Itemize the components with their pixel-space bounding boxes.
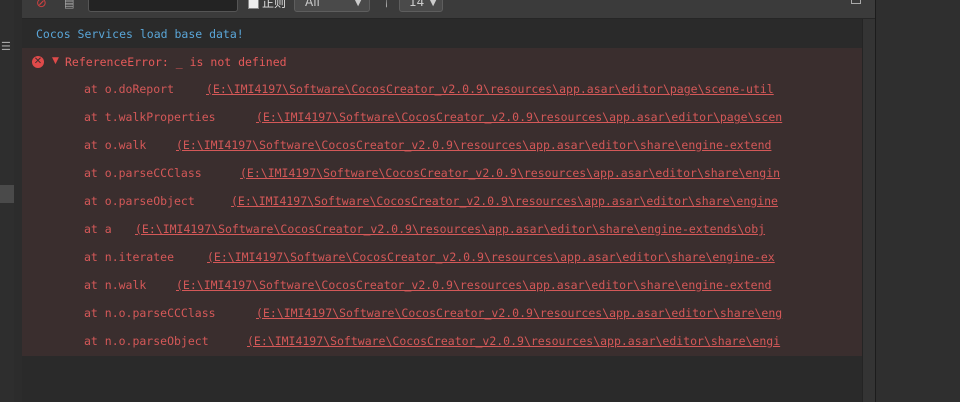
error-header[interactable]: ✕ ▼ ReferenceError: _ is not defined	[22, 48, 862, 76]
right-side-panel	[875, 0, 960, 402]
stack-frame: at n.o.parseCCClass (E:\IMI4197\Software\…	[22, 300, 862, 328]
font-size-icon: ℸ	[380, 0, 388, 10]
stack-frame-source-link[interactable]: (E:\IMI4197\Software\CocosCreator_v2.0.9…	[176, 278, 771, 292]
stack-frame: at o.doReport (E:\IMI4197\Software\CocosC…	[22, 76, 862, 104]
left-sidebar-strip: ☰	[0, 0, 15, 402]
stack-frame-source-link[interactable]: (E:\IMI4197\Software\CocosCreator_v2.0.9…	[206, 82, 774, 96]
stack-frame: at n.iteratee (E:\IMI4197\Software\CocosC…	[22, 244, 862, 272]
error-message: ReferenceError: _ is not defined	[65, 55, 287, 69]
stack-frame-function: at n.walk	[84, 278, 147, 292]
regex-checkbox[interactable]	[248, 0, 259, 9]
console-toolbar: ⊘ ▤ 正则 All ▼ ℸ 14 ▼	[22, 0, 875, 19]
stack-frame-source-link[interactable]: (E:\IMI4197\Software\CocosCreator_v2.0.9…	[240, 166, 780, 180]
console-log-list[interactable]: Cocos Services load base data! ✕ ▼ Refer…	[22, 19, 862, 402]
stack-frame-source-link[interactable]: (E:\IMI4197\Software\CocosCreator_v2.0.9…	[256, 110, 782, 124]
stack-frame-source-link[interactable]: (E:\IMI4197\Software\CocosCreator_v2.0.9…	[135, 222, 765, 236]
stack-frame-source-link[interactable]: (E:\IMI4197\Software\CocosCreator_v2.0.9…	[256, 306, 782, 320]
scrollbar-track[interactable]	[862, 19, 876, 402]
stack-frame-function: at t.walkProperties	[84, 110, 216, 124]
stack-frame-function: at n.iteratee	[84, 250, 175, 264]
stack-frame-source-link[interactable]: (E:\IMI4197\Software\CocosCreator_v2.0.9…	[231, 194, 778, 208]
log-entry-error[interactable]: ✕ ▼ ReferenceError: _ is not defined at …	[22, 48, 862, 356]
log-level-filter-value: All	[305, 0, 320, 9]
chevron-down-icon: ▼	[354, 0, 362, 8]
stack-frame-function: at o.parseObject	[84, 194, 195, 208]
stack-frame-function: at a	[84, 222, 112, 236]
stack-frame: at o.parseCCClass (E:\IMI4197\Software\Co…	[22, 160, 862, 188]
menu-icon[interactable]: ☰	[1, 40, 11, 54]
copy-log-icon[interactable]: ▤	[64, 0, 74, 11]
font-size-value: 14	[409, 0, 425, 9]
expand-caret-icon[interactable]: ▼	[52, 56, 59, 66]
stack-frame-function: at o.walk	[84, 138, 147, 152]
info-message: Cocos Services load base data!	[36, 27, 244, 41]
left-panel-edge	[14, 0, 22, 402]
stack-frame: at o.walk (E:\IMI4197\Software\CocosCreat…	[22, 132, 862, 160]
stack-frame-function: at n.o.parseObject	[84, 334, 209, 348]
sidebar-selection-marker	[0, 185, 14, 203]
stack-frame-source-link[interactable]: (E:\IMI4197\Software\CocosCreator_v2.0.9…	[207, 250, 775, 264]
stack-frame-function: at o.doReport	[84, 82, 175, 96]
stack-frame-source-link[interactable]: (E:\IMI4197\Software\CocosCreator_v2.0.9…	[247, 334, 780, 348]
stack-frame: at t.walkProperties (E:\IMI4197\Software\…	[22, 104, 862, 132]
log-entry-info[interactable]: Cocos Services load base data!	[22, 19, 862, 47]
error-icon: ✕	[32, 56, 44, 68]
chevron-down-icon: ▼	[429, 0, 437, 8]
popout-window-icon[interactable]	[851, 0, 861, 4]
stack-frame: at n.walk (E:\IMI4197\Software\CocosCreat…	[22, 272, 862, 300]
stack-frame-source-link[interactable]: (E:\IMI4197\Software\CocosCreator_v2.0.9…	[176, 138, 771, 152]
stack-frame: at n.o.parseObject (E:\IMI4197\Software\C…	[22, 328, 862, 356]
stack-frame-function: at n.o.parseCCClass	[84, 306, 216, 320]
search-input[interactable]	[88, 0, 238, 12]
stack-frame-function: at o.parseCCClass	[84, 166, 202, 180]
font-size-select[interactable]: 14 ▼	[399, 0, 443, 12]
clear-console-icon[interactable]: ⊘	[36, 0, 47, 11]
log-level-filter-select[interactable]: All ▼	[294, 0, 370, 12]
stack-frame: at a (E:\IMI4197\Software\CocosCreator_v2…	[22, 216, 862, 244]
stack-frame: at o.parseObject (E:\IMI4197\Software\Coc…	[22, 188, 862, 216]
regex-label: 正则	[262, 0, 287, 10]
